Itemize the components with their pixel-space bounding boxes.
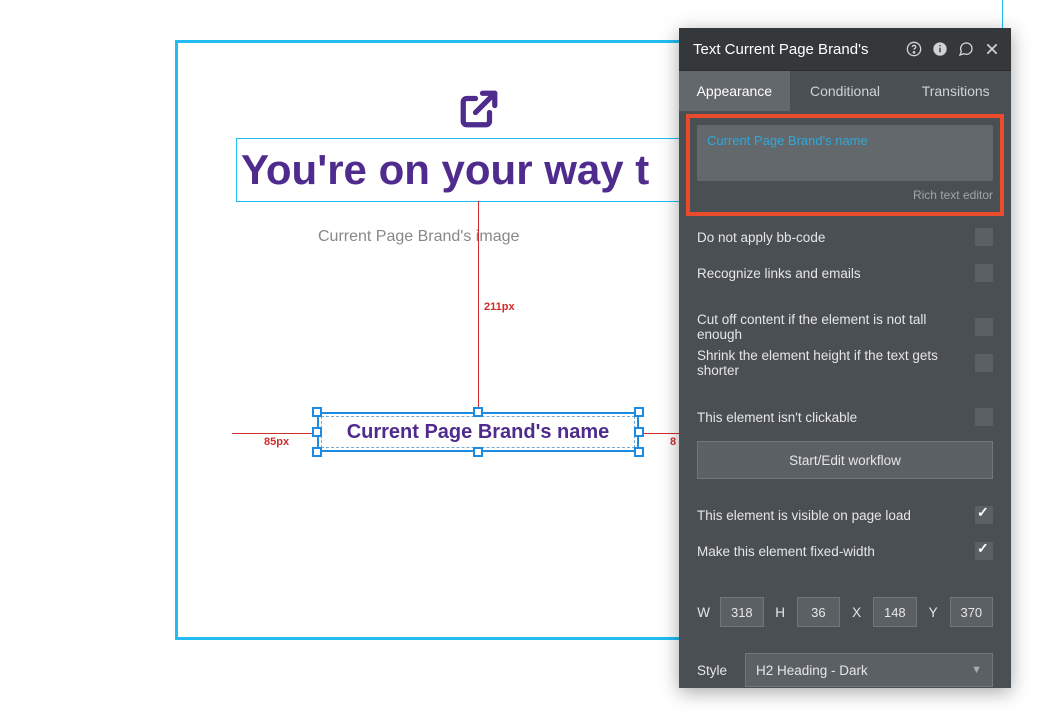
heading-text: You're on your way t [237,146,649,194]
option-no-bbcode-label: Do not apply bb-code [697,230,825,245]
selected-text-content: Current Page Brand's name [347,421,610,444]
external-link-icon [458,88,500,130]
option-cut-off-label: Cut off content if the element is not ta… [697,312,975,342]
measure-left-line [232,433,317,434]
measure-vertical-line [478,201,479,412]
heading-element[interactable]: You're on your way t [236,138,737,202]
option-recognize-links-label: Recognize links and emails [697,266,861,281]
brand-image-placeholder[interactable]: Current Page Brand's image [318,228,519,246]
resize-handle-bl[interactable] [312,447,322,457]
x-label: X [850,605,863,620]
checkbox-no-bbcode[interactable] [975,228,993,246]
style-label: Style [697,663,731,678]
panel-tabs: Appearance Conditional Transitions [679,71,1011,111]
selected-text-element[interactable]: Current Page Brand's name [317,412,639,452]
option-fixed-width-label: Make this element fixed-width [697,544,875,559]
measure-right-line [639,433,683,434]
panel-body: Current Page Brand's name Rich text edit… [679,111,1011,689]
w-label: W [697,605,710,620]
resize-handle-mr[interactable] [634,427,644,437]
checkbox-shrink[interactable] [975,354,993,372]
text-content-value: Current Page Brand's name [707,133,868,148]
text-content-editor[interactable]: Current Page Brand's name [697,125,993,181]
y-label: Y [927,605,940,620]
checkbox-recognize-links[interactable] [975,264,993,282]
x-input[interactable]: 148 [873,597,916,627]
style-links: Edit style Remove style [679,687,1011,689]
checkbox-cut-off[interactable] [975,318,993,336]
resize-handle-tm[interactable] [473,407,483,417]
info-icon[interactable] [931,40,949,58]
style-row: Style H2 Heading - Dark ▼ [679,647,1011,687]
y-input[interactable]: 370 [950,597,993,627]
h-label: H [774,605,787,620]
option-visible-on-load: This element is visible on page load [679,497,1011,533]
option-shrink-label: Shrink the element height if the text ge… [697,348,975,378]
option-fixed-width: Make this element fixed-width [679,533,1011,569]
measure-right-label: 8 [670,436,676,448]
checkbox-not-clickable[interactable] [975,408,993,426]
option-shrink: Shrink the element height if the text ge… [679,345,1011,381]
start-edit-workflow-button[interactable]: Start/Edit workflow [697,441,993,479]
panel-header[interactable]: Text Current Page Brand's [679,28,1011,71]
rich-text-editor-link[interactable]: Rich text editor [913,188,993,202]
height-input[interactable]: 36 [797,597,840,627]
comment-icon[interactable] [957,40,975,58]
option-cut-off: Cut off content if the element is not ta… [679,309,1011,345]
measure-vertical-label: 211px [484,301,515,313]
style-select[interactable]: H2 Heading - Dark ▼ [745,653,993,687]
close-icon[interactable] [983,40,1001,58]
option-visible-on-load-label: This element is visible on page load [697,508,911,523]
resize-handle-tr[interactable] [634,407,644,417]
option-not-clickable-label: This element isn't clickable [697,410,857,425]
tab-transitions[interactable]: Transitions [900,71,1011,111]
resize-handle-bm[interactable] [473,447,483,457]
resize-handle-tl[interactable] [312,407,322,417]
chevron-down-icon: ▼ [971,664,982,676]
tab-conditional[interactable]: Conditional [790,71,901,111]
option-recognize-links: Recognize links and emails [679,255,1011,291]
checkbox-fixed-width[interactable] [975,542,993,560]
panel-title: Text Current Page Brand's [693,41,905,58]
tab-appearance[interactable]: Appearance [679,71,790,111]
checkbox-visible-on-load[interactable] [975,506,993,524]
help-icon[interactable] [905,40,923,58]
option-not-clickable: This element isn't clickable [679,399,1011,435]
resize-handle-ml[interactable] [312,427,322,437]
selection-inner: Current Page Brand's name [321,416,635,448]
measure-left-label: 85px [264,436,289,448]
resize-handle-br[interactable] [634,447,644,457]
option-no-bbcode: Do not apply bb-code [679,219,1011,255]
style-select-value: H2 Heading - Dark [756,663,868,678]
property-panel: Text Current Page Brand's Appearance Con… [679,28,1011,688]
width-input[interactable]: 318 [720,597,763,627]
dimensions-row: W 318 H 36 X 148 Y 370 [679,587,1011,627]
